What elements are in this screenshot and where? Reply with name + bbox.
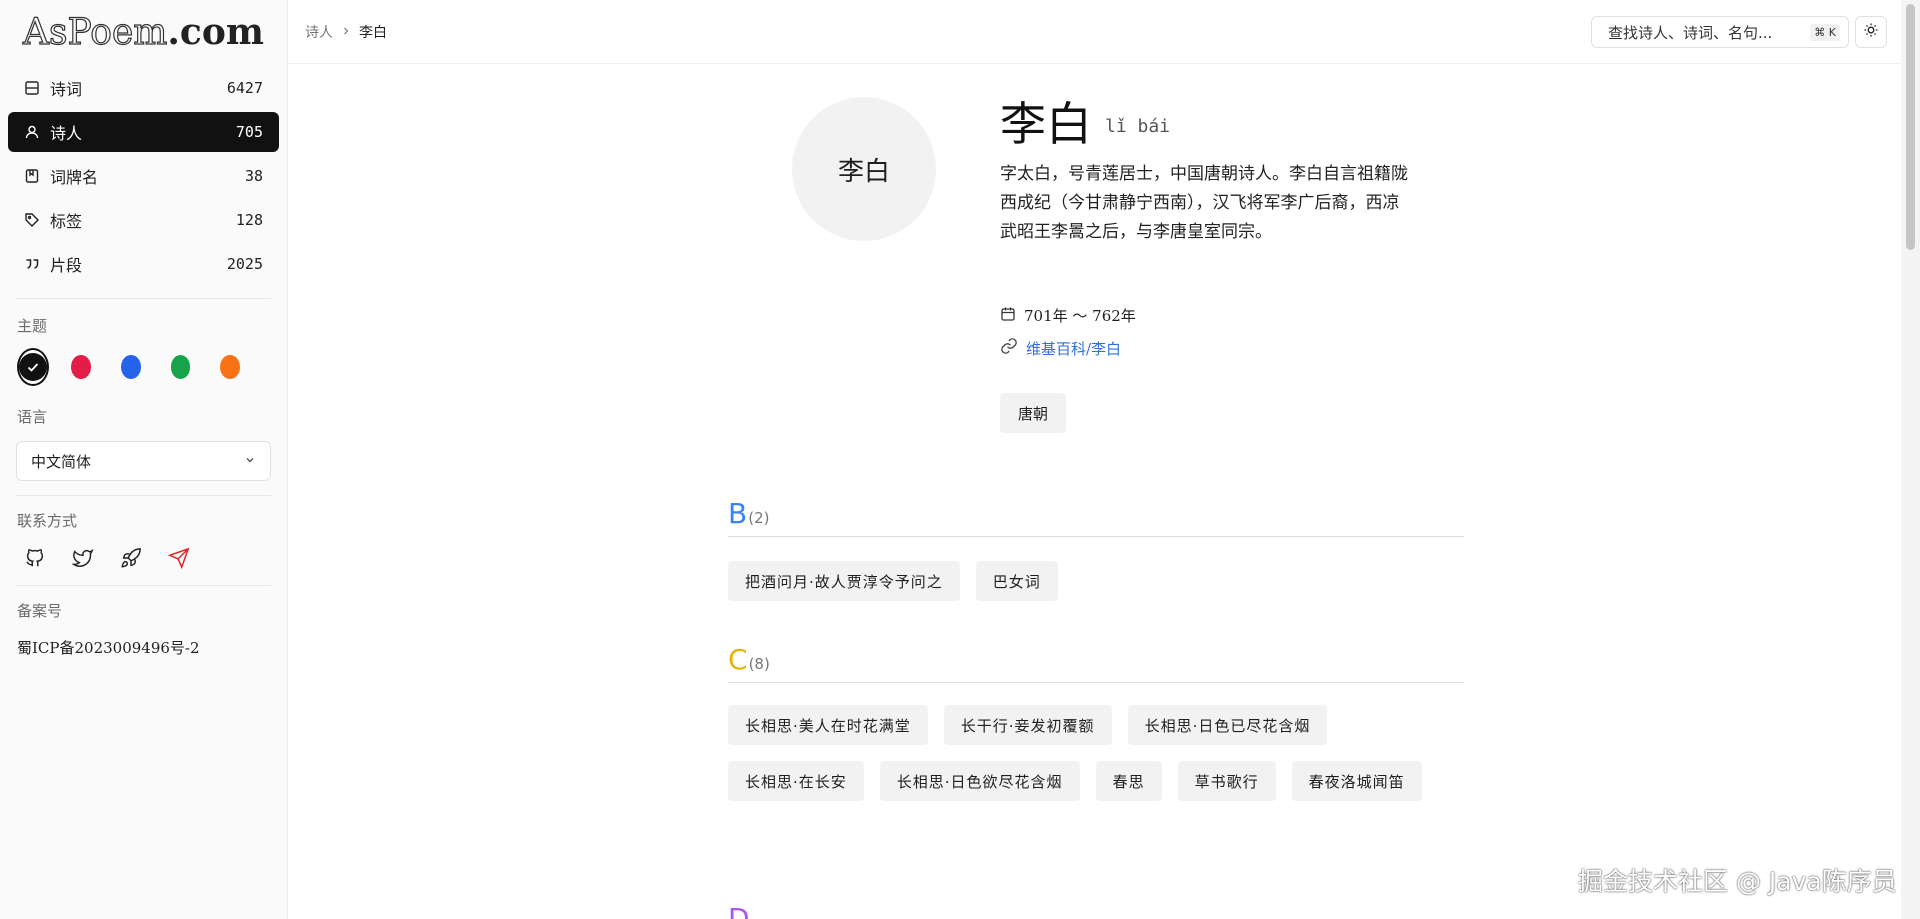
- sun-icon: [1863, 22, 1879, 42]
- sidebar-item-count: 128: [235, 211, 263, 229]
- poet-name: 李白: [1000, 97, 1092, 151]
- poem-group-b: B (2) 把酒问月·故人贾淳令予问之 巴女词: [728, 497, 1464, 601]
- poem-group-header: B (2): [728, 497, 1464, 537]
- language-select[interactable]: 中文简体: [16, 441, 271, 481]
- sidebar-item-count: 6427: [226, 79, 263, 97]
- group-letter: B: [728, 497, 748, 530]
- breadcrumb: 诗人 李白: [305, 22, 387, 42]
- theme-toggle-button[interactable]: [1855, 16, 1887, 48]
- divider: [16, 298, 271, 299]
- poet-bio: 字太白，号青莲居士，中国唐朝诗人。李白自言祖籍陇西成纪（今甘肃静宁西南），汉飞将…: [1000, 164, 1408, 242]
- sidebar-item-tags[interactable]: 标签 128: [8, 200, 279, 240]
- contact-links: [8, 531, 279, 571]
- group-letter-next: D: [728, 902, 750, 919]
- send-icon[interactable]: [166, 545, 192, 571]
- sidebar: AsPoem .com 诗词 6427 诗人 705 词牌名 38 标签 128…: [0, 0, 288, 919]
- poem-chip[interactable]: 巴女词: [975, 561, 1058, 601]
- poem-chip[interactable]: 长相思·日色欲尽花含烟: [879, 761, 1080, 801]
- poem-group-header: C (8): [728, 643, 1464, 683]
- wiki-link[interactable]: 维基百科/李白: [1000, 337, 1121, 359]
- poet-dates: 701年 ～ 762年: [1000, 305, 1136, 326]
- theme-swatch-blue[interactable]: [120, 355, 141, 379]
- page-scrollbar[interactable]: [1901, 0, 1920, 919]
- user-icon: [24, 124, 40, 140]
- sidebar-item-fragments[interactable]: 片段 2025: [8, 244, 279, 284]
- icp-section-title: 备案号: [17, 602, 63, 620]
- sidebar-item-cipai[interactable]: 词牌名 38: [8, 156, 279, 196]
- sidebar-item-poets[interactable]: 诗人 705: [8, 112, 279, 152]
- poem-group-c: C (8) 长相思·美人在时花满堂 长干行·妾发初覆额 长相思·日色已尽花含烟 …: [728, 643, 1464, 801]
- wiki-link-text: 维基百科/李白: [1026, 339, 1122, 358]
- sidebar-item-count: 2025: [226, 255, 263, 273]
- sidebar-item-poems[interactable]: 诗词 6427: [8, 68, 279, 108]
- shortcut-badge: ⌘ K: [1810, 23, 1840, 41]
- contact-section-title: 联系方式: [17, 512, 78, 530]
- top-bar: 诗人 李白 查找诗人、诗词、名句... ⌘ K: [289, 0, 1901, 64]
- poem-chip[interactable]: 长相思·日色已尽花含烟: [1127, 705, 1328, 745]
- icp-number[interactable]: 蜀ICP备2023009496号-2: [8, 621, 279, 658]
- theme-section-title: 主题: [17, 317, 48, 335]
- chevron-right-icon: [341, 24, 351, 40]
- tag-icon: [24, 212, 40, 228]
- breadcrumb-current: 李白: [359, 25, 387, 41]
- theme-swatch-orange[interactable]: [220, 355, 240, 379]
- sidebar-item-label: 片段: [50, 256, 83, 275]
- group-count: (8): [748, 655, 770, 673]
- poem-chip[interactable]: 草书歌行: [1177, 761, 1276, 801]
- poem-chip[interactable]: 长干行·妾发初覆额: [943, 705, 1112, 745]
- github-icon[interactable]: [22, 545, 48, 571]
- scrollbar-thumb[interactable]: [1906, 4, 1915, 250]
- poem-chip[interactable]: 长相思·美人在时花满堂: [728, 705, 928, 745]
- theme-swatch-green[interactable]: [170, 355, 191, 379]
- sidebar-nav: 诗词 6427 诗人 705 词牌名 38 标签 128 片段 2025: [8, 68, 279, 284]
- group-count: (2): [748, 509, 770, 527]
- poet-dates-text: 701年 ～ 762年: [1024, 307, 1136, 325]
- theme-swatch-red[interactable]: [71, 355, 91, 379]
- poem-chip[interactable]: 长相思·在长安: [728, 761, 864, 801]
- check-icon: [19, 353, 47, 381]
- search-button[interactable]: 查找诗人、诗词、名句... ⌘ K: [1591, 16, 1849, 48]
- chevron-down-icon: [244, 452, 256, 470]
- logo[interactable]: AsPoem .com: [8, 0, 279, 64]
- link-icon: [1000, 337, 1018, 359]
- divider: [16, 585, 271, 586]
- rocket-icon[interactable]: [118, 545, 144, 571]
- poem-list: 把酒问月·故人贾淳令予问之 巴女词: [728, 537, 1464, 601]
- search-placeholder: 查找诗人、诗词、名句...: [1608, 23, 1773, 42]
- dynasty-tag[interactable]: 唐朝: [1000, 393, 1067, 433]
- poem-chip[interactable]: 春思: [1095, 761, 1162, 801]
- poem-list: 长相思·美人在时花满堂 长干行·妾发初覆额 长相思·日色已尽花含烟 长相思·在长…: [728, 683, 1464, 801]
- sidebar-item-count: 38: [244, 167, 263, 185]
- language-section-title: 语言: [17, 408, 48, 426]
- watermark: 掘金技术社区 @ Java陈序员: [1578, 867, 1897, 896]
- sidebar-item-label: 诗词: [50, 80, 83, 99]
- poem-chip[interactable]: 把酒问月·故人贾淳令予问之: [728, 561, 960, 601]
- poet-pinyin: lǐ bái: [1105, 116, 1171, 137]
- bookmark-book-icon: [24, 168, 40, 184]
- logo-outline-text: AsPoem: [22, 11, 168, 53]
- breadcrumb-parent[interactable]: 诗人: [305, 22, 333, 42]
- book-icon: [24, 80, 40, 96]
- twitter-icon[interactable]: [70, 545, 96, 571]
- sidebar-item-label: 诗人: [50, 124, 83, 143]
- calendar-icon: [1000, 306, 1016, 326]
- sidebar-item-label: 词牌名: [50, 168, 99, 187]
- theme-picker: [8, 336, 279, 386]
- theme-swatch-black[interactable]: [17, 348, 49, 386]
- sidebar-item-label: 标签: [50, 212, 83, 231]
- sidebar-item-count: 705: [235, 123, 263, 141]
- language-value: 中文简体: [31, 452, 92, 471]
- group-letter: C: [728, 643, 748, 676]
- poem-chip[interactable]: 春夜洛城闻笛: [1291, 761, 1422, 801]
- poet-avatar: 李白: [792, 97, 936, 241]
- logo-bold-text: .com: [167, 11, 264, 53]
- quote-icon: [24, 256, 40, 272]
- divider: [16, 495, 271, 496]
